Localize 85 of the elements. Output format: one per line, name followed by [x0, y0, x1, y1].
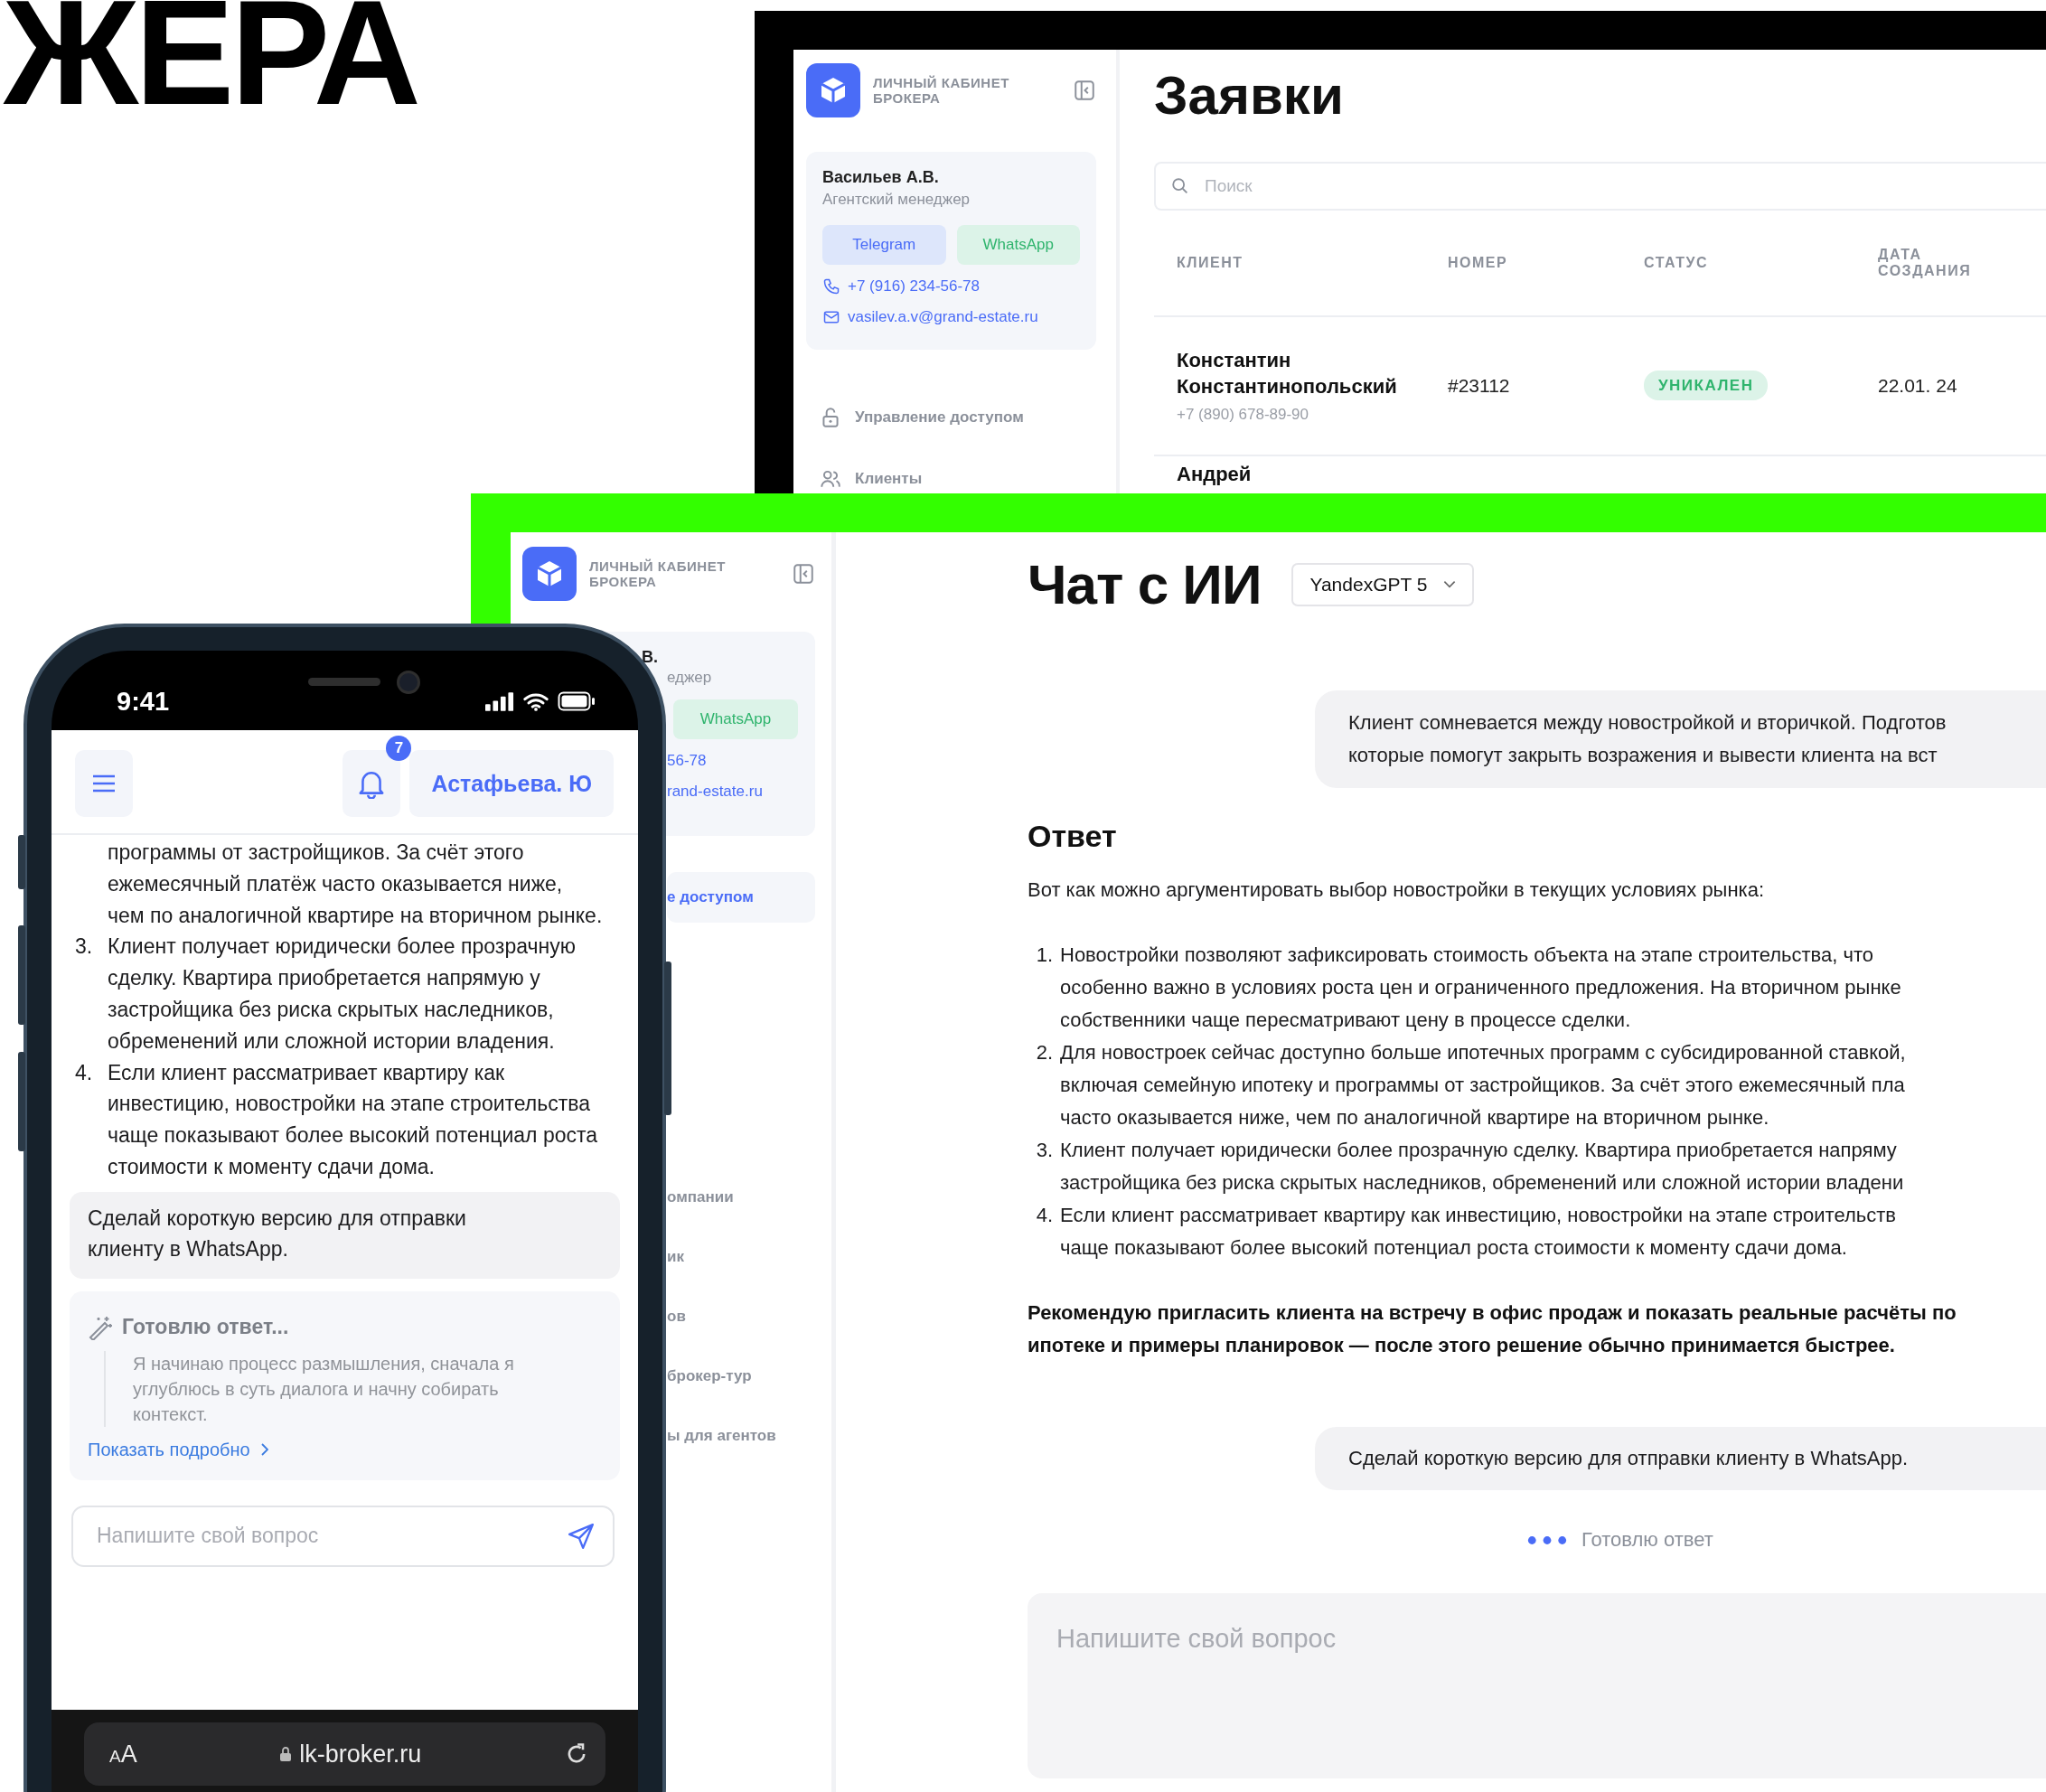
manager-name: Васильев А.В. [822, 168, 940, 187]
list-item-text: Если клиент рассматривает квартиру как инвестицию, новостройки на этапе строительства чаще показывают более высокий потенциал роста стоимости к моменту сдачи дома. [108, 1059, 599, 1180]
messenger-button[interactable]: WhatsApp [673, 699, 798, 739]
magic-wand-icon [88, 1314, 113, 1340]
list-number: 3. [1035, 1138, 1053, 1163]
page-title: Чат с ИИ [1028, 552, 1262, 616]
user-button[interactable]: Астафьева. Ю [409, 750, 614, 817]
manager-email[interactable]: rand-estate.ru [667, 783, 763, 801]
notification-badge: 7 [386, 736, 412, 761]
nav-item[interactable]: е доступом [667, 872, 815, 923]
logo-icon [522, 547, 577, 601]
collapse-sidebar-icon[interactable] [792, 562, 815, 586]
list-number: 4. [75, 1059, 94, 1086]
nav-item[interactable]: брокер-тур [667, 1351, 815, 1402]
menu-icon [92, 774, 116, 793]
user-message: Сделай короткую версию для отправки клиенту в WhatsApp. [1315, 1427, 2046, 1490]
lock-icon [279, 1746, 293, 1762]
typing-dots-icon [1527, 1534, 1567, 1545]
search-icon [1170, 176, 1190, 196]
signal-icon [485, 691, 514, 711]
nav-item[interactable]: ов [667, 1291, 815, 1342]
url-text: lk-broker.ru [299, 1740, 422, 1769]
column-header: ДАТА СОЗДАНИЯ [1878, 247, 1973, 279]
message-input[interactable]: Напишите свой вопрос [1028, 1593, 2046, 1778]
request-number: #23112 [1448, 375, 1511, 397]
column-header: НОМЕР [1448, 255, 1509, 271]
camera-icon [397, 671, 420, 694]
list-number: 2. [1035, 1040, 1053, 1065]
list-number: 1. [1035, 943, 1053, 968]
battery-icon [558, 691, 596, 711]
messenger-button[interactable]: WhatsApp [956, 225, 1080, 265]
phone-icon [822, 277, 840, 296]
client-name: Константин Константинопольский [1177, 348, 1398, 399]
status-time: 9:41 [117, 687, 170, 717]
model-dropdown[interactable]: YandexGPT 5 [1291, 562, 1475, 606]
client-phone: +7 (890) 678-89-90 [1177, 405, 1310, 424]
manager-role: еджер [667, 669, 712, 687]
manager-name: В. [642, 648, 658, 667]
text-size-button[interactable]: AA [109, 1740, 137, 1769]
user-message: Клиент сомневается между новостройкой и вторичкой. Подготов которые помогут закрыть возражения и вывести клиента на вст [1315, 690, 2046, 788]
nav-item[interactable]: ы для агентов [667, 1411, 815, 1461]
message-input[interactable]: Напишите свой вопрос [71, 1505, 615, 1567]
list-number: 3. [75, 934, 94, 961]
list-item-text: Клиент получает юридически более прозрачную сделку. Квартира приобретается напрямую у застройщика без риска скрытых наследников, обременений или сложной истории владения. [108, 934, 577, 1055]
manager-role: Агентский менеджер [822, 191, 971, 209]
manager-phone[interactable]: +7 (916) 234-56-78 [848, 277, 981, 296]
nav-item[interactable]: Клиенты [806, 456, 1096, 493]
list-item-text: Если клиент рассматривает квартиру как инвестицию, новостройки на этапе строительств чаще показывают более высокий потенциал роста стоимости к моменту сдачи дома. [1060, 1203, 1896, 1261]
menu-button[interactable] [75, 750, 133, 817]
messenger-button[interactable]: Telegram [822, 225, 946, 265]
chevron-right-icon [260, 1443, 268, 1457]
nav-item[interactable]: ик [667, 1232, 815, 1282]
page-title: Заявки [1154, 66, 1345, 126]
brand-name: ЛИЧНЫЙ КАБИНЕТ БРОКЕРА [589, 558, 727, 590]
column-header: СТАТУС [1644, 255, 1709, 271]
list-item-text: программы от застройщиков. За счёт этого ежемесячный платёж часто оказывается ниже, чем по аналогичной квартире на вторичном рынке. [108, 840, 604, 929]
client-name: Андрей [1177, 462, 1253, 487]
answer-intro: Вот как можно аргументировать выбор новостройки в текущих условиях рынка: [1028, 877, 1766, 903]
thinking-text: Я начинаю процесс размышления, сначала я углублюсь в суть диалога и начну собирать контекст. [104, 1350, 548, 1427]
brand-name: ЛИЧНЫЙ КАБИНЕТ БРОКЕРА [873, 74, 1010, 107]
chevron-down-icon [1443, 580, 1457, 588]
wifi-icon [523, 691, 549, 711]
status-text: Готовлю ответ [1581, 1528, 1713, 1552]
answer-heading: Ответ [1028, 819, 1118, 854]
thinking-title: Готовлю ответ... [122, 1315, 289, 1340]
address-bar[interactable]: AA lk-broker.ru [84, 1722, 605, 1786]
list-item-text: Новостройки позволяют зафиксировать стоимость объекта на этапе строительства, что особенно важно в условиях роста цен и ограниченного предложения. На вторичном рынке собственники чаще пересматривают цену в процессе сделки. [1060, 943, 1901, 1033]
send-icon[interactable] [568, 1522, 595, 1550]
nav-item[interactable]: омпании [667, 1172, 815, 1223]
manager-phone[interactable]: 56-78 [667, 752, 707, 770]
created-date: 22.01. 24 [1878, 375, 1958, 397]
nav-item[interactable]: Управление доступом [806, 395, 1096, 440]
search-field[interactable]: Поиск [1154, 162, 2046, 211]
collapse-sidebar-icon[interactable] [1073, 79, 1096, 102]
answer-recommendation: Рекомендую пригласить клиента на встречу в офис продаж и показать реальные расчёты по ипотеке и примеры планировок — после этого решение обычно принимается быстрее. [1028, 1300, 1957, 1358]
manager-email[interactable]: vasilev.a.v@grand-estate.ru [848, 308, 1038, 326]
logo-icon [806, 63, 860, 117]
status-badge: УНИКАЛЕН [1644, 371, 1769, 400]
user-message: Сделай короткую версию для отправки клиенту в WhatsApp. [70, 1191, 620, 1279]
list-item-text: Клиент получает юридически более прозрачную сделку. Квартира приобретается напряму застройщика без риска скрытых наследников, обременений или сложной истории владени [1060, 1138, 1904, 1196]
list-number: 4. [1035, 1203, 1053, 1228]
show-details-link[interactable]: Показать подробно [88, 1439, 268, 1460]
mail-icon [822, 308, 840, 326]
list-item-text: Для новостроек сейчас доступно больше ипотечных программ с субсидированной ставкой, включая семейную ипотеку и программы от застройщиков. За счёт этого ежемесячный пла часто оказывается ниже, чем по аналогичной квартире на вторичном рынке. [1060, 1040, 1906, 1131]
column-header: КЛИЕНТ [1177, 255, 1244, 271]
